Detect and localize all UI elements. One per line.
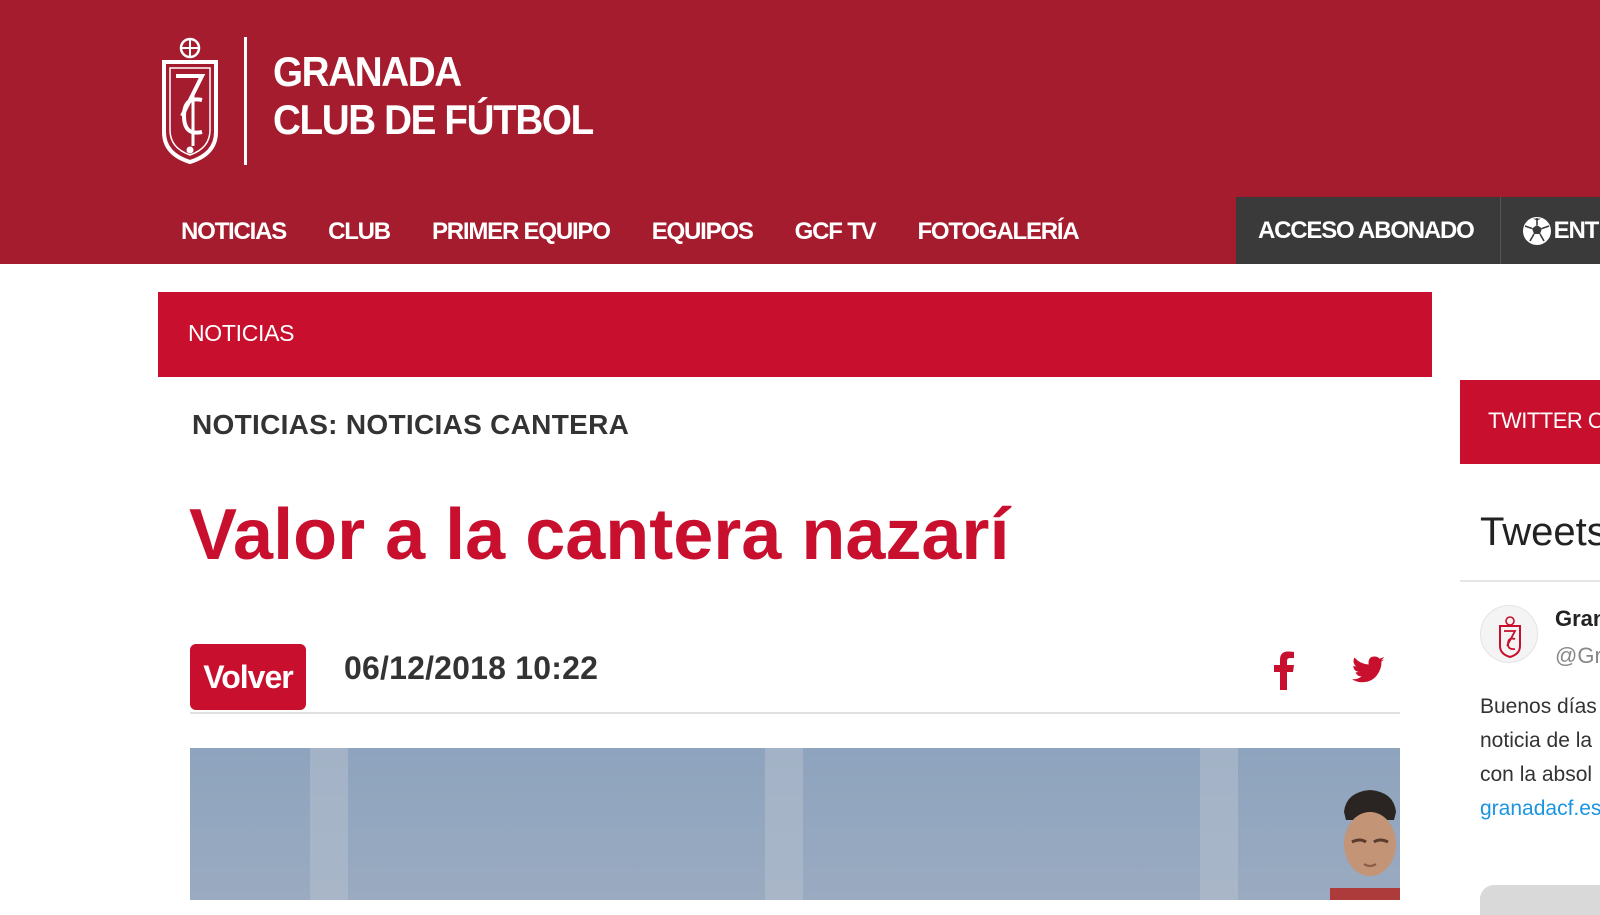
twitter-bar-label: TWITTER O [1488,408,1600,433]
image-post [765,748,803,900]
entradas-button[interactable]: ENT [1501,216,1600,246]
main-nav: NOTICIAS CLUB PRIMER EQUIPO EQUIPOS GCF … [160,204,1100,260]
tweet-text: Buenos días noticia de la con la absol g… [1480,690,1600,826]
image-post [310,748,348,900]
tweet-line: con la absol [1480,763,1593,786]
nav-item-fotogaleria[interactable]: FOTOGALERÍA [896,204,1099,260]
account-bar: ACCESO ABONADO ENT [1236,197,1600,264]
image-post [1200,748,1238,900]
back-button[interactable]: Volver [190,644,306,710]
tweet-avatar[interactable] [1480,605,1538,663]
nav-item-primer-equipo[interactable]: PRIMER EQUIPO [411,204,631,260]
section-bar: NOTICIAS [158,292,1432,377]
twitter-icon[interactable] [1352,654,1386,686]
player-photo [1330,790,1400,900]
breadcrumb: NOTICIAS: NOTICIAS CANTERA [192,409,630,440]
site-header: GRANADA CLUB DE FÚTBOL NOTICIAS CLUB PRI… [0,0,1600,264]
article-title: Valor a la cantera nazarí [189,495,1010,575]
tweet-link[interactable]: granadacf.es [1480,792,1600,826]
tweet-author-handle[interactable]: @Gr [1555,643,1600,669]
article-date: 06/12/2018 10:22 [344,650,599,686]
brand-line-1: GRANADA [273,48,462,95]
facebook-icon[interactable] [1270,650,1296,690]
soccer-ball-icon [1522,216,1551,245]
brand-line-2: CLUB DE FÚTBOL [273,96,594,143]
article-hero-image [190,748,1400,900]
club-crest-icon [1499,616,1521,659]
entradas-label: ENT [1553,216,1600,244]
nav-item-equipos[interactable]: EQUIPOS [631,204,774,260]
tweet-media-card[interactable] [1480,885,1600,915]
nav-item-gcf-tv[interactable]: GCF TV [774,204,897,260]
club-crest-logo[interactable] [160,36,220,166]
tweets-title: Tweets [1480,510,1600,554]
club-name-logo[interactable]: GRANADA CLUB DE FÚTBOL [273,48,594,144]
section-title: NOTICIAS [188,320,295,346]
tweet-line: noticia de la [1480,729,1593,752]
nav-item-club[interactable]: CLUB [307,204,411,260]
header-divider [244,37,247,165]
tweet-line: Buenos días [1480,695,1597,718]
nav-item-noticias[interactable]: NOTICIAS [160,204,307,260]
article-meta: Volver 06/12/2018 10:22 [190,644,1400,714]
acceso-abonado-button[interactable]: ACCESO ABONADO [1236,197,1501,264]
tweet-author-name[interactable]: Gran [1555,606,1600,632]
twitter-bar: TWITTER O [1460,380,1600,464]
tweets-divider [1460,580,1600,582]
